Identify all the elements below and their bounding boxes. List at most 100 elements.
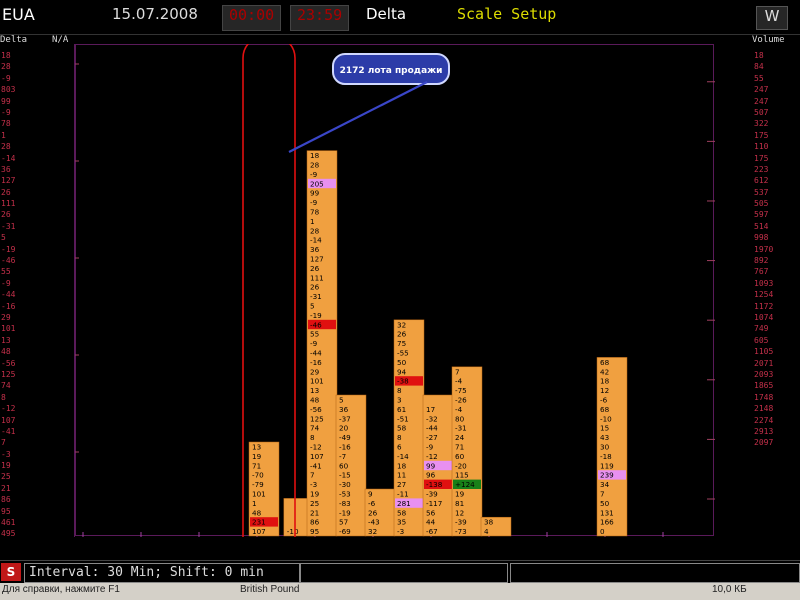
footprint-cell: 27 xyxy=(397,480,406,489)
footprint-cell: 30 xyxy=(600,443,610,452)
footprint-cell: -20 xyxy=(455,461,467,470)
volume-value: 1970 xyxy=(754,244,774,254)
delta-value: 461 xyxy=(1,518,16,528)
footprint-cell: 8 xyxy=(310,433,315,442)
delta-value: -19 xyxy=(1,244,16,254)
time-to-field[interactable]: 23:59 xyxy=(290,5,350,31)
mode-label[interactable]: Delta xyxy=(366,5,406,29)
delta-value: 86 xyxy=(1,495,11,505)
footprint-cell: -32 xyxy=(426,414,438,423)
footprint-cell: 26 xyxy=(310,283,320,292)
w-button[interactable]: W xyxy=(756,6,788,30)
footprint-cell: 119 xyxy=(600,461,614,470)
footprint-cell: 36 xyxy=(310,245,320,254)
footprint-cell: -6 xyxy=(368,499,376,508)
footprint-cell: 7 xyxy=(310,471,315,480)
footprint-cell: 111 xyxy=(310,273,324,282)
footprint-cell: -49 xyxy=(339,433,351,442)
footprint-cell: 7 xyxy=(600,490,605,499)
footprint-cell: 7 xyxy=(455,367,460,376)
delta-sub: N/A xyxy=(52,35,69,45)
delta-value: -9 xyxy=(1,278,11,288)
delta-value: 803 xyxy=(1,85,16,95)
footprint-cell: 101 xyxy=(252,490,266,499)
time-from-field[interactable]: 00:00 xyxy=(222,5,282,31)
footprint-cell: -16 xyxy=(310,358,322,367)
footprint-cell: 20 xyxy=(339,424,349,433)
footprint-cell: 86 xyxy=(310,518,320,527)
footprint-cell: 50 xyxy=(397,358,407,367)
footprint-cell: -3 xyxy=(397,527,404,536)
volume-value: 505 xyxy=(754,199,769,209)
footprint-cell: 12 xyxy=(455,508,464,517)
date-label: 15.07.2008 xyxy=(112,5,198,23)
volume-value: 2148 xyxy=(754,404,774,414)
footprint-cell: -75 xyxy=(455,386,467,395)
footprint-cell: 25 xyxy=(310,499,319,508)
footprint-cell: 131 xyxy=(600,508,614,517)
delta-value: 55 xyxy=(1,267,11,277)
footprint-cell: 5 xyxy=(339,396,344,405)
delta-value: 1 xyxy=(1,130,6,140)
footprint-cell: 127 xyxy=(310,255,324,264)
volume-header: Volume xyxy=(752,35,785,45)
footprint-cell: -43 xyxy=(368,518,380,527)
footprint-cell: 231 xyxy=(252,518,266,527)
footprint-cell: 12 xyxy=(600,386,609,395)
footprint-cell: 24 xyxy=(455,433,465,442)
delta-value: 26 xyxy=(1,210,11,220)
callout-pointer xyxy=(288,81,428,153)
scale-setup-button[interactable]: Scale Setup xyxy=(457,5,556,29)
footprint-cell: -73 xyxy=(455,527,467,536)
volume-value: 2071 xyxy=(754,358,774,368)
s-icon[interactable]: S xyxy=(1,563,21,581)
footprint-cell: 68 xyxy=(600,405,610,414)
footprint-cell: -38 xyxy=(397,377,409,386)
footprint-cell: -83 xyxy=(339,499,351,508)
volume-value: 1865 xyxy=(754,381,774,391)
delta-value: 111 xyxy=(1,199,16,209)
footprint-cell: 205 xyxy=(310,179,324,188)
footprint-cell: -19 xyxy=(310,311,322,320)
footprint-cell: 71 xyxy=(455,443,464,452)
footprint-cell: 61 xyxy=(397,405,406,414)
volume-title: Volume xyxy=(752,35,785,45)
footprint-cell: -10 xyxy=(600,414,612,423)
delta-value: 99 xyxy=(1,96,11,106)
delta-value: 125 xyxy=(1,369,16,379)
footprint-cell: -30 xyxy=(339,480,351,489)
volume-value: 537 xyxy=(754,187,769,197)
delta-value: -56 xyxy=(1,358,16,368)
footprint-cell: 3 xyxy=(397,396,402,405)
delta-value: 74 xyxy=(1,381,11,391)
volume-value: 1748 xyxy=(754,392,774,402)
footprint-cell: 94 xyxy=(397,367,407,376)
volume-value: 2913 xyxy=(754,426,774,436)
footprint-cell: 99 xyxy=(310,189,320,198)
volume-value: 55 xyxy=(754,73,764,83)
footprint-cell: 6 xyxy=(397,443,402,452)
footprint-cell: -14 xyxy=(310,236,322,245)
footprint-cell: -31 xyxy=(455,424,467,433)
footprint-cell: 81 xyxy=(455,499,464,508)
callout-text: 2172 лота продажи xyxy=(340,66,443,76)
volume-value: 1105 xyxy=(754,347,774,357)
footprint-cell: 18 xyxy=(600,377,610,386)
footprint-cell: -53 xyxy=(339,490,351,499)
footprint-cell: -9 xyxy=(310,339,318,348)
footprint-cell: 281 xyxy=(397,499,411,508)
footprint-cell: 95 xyxy=(310,527,319,536)
footprint-cell: -10 xyxy=(287,527,299,536)
footprint-cell: 99 xyxy=(426,461,436,470)
footprint-cell: -3 xyxy=(310,480,317,489)
delta-header: Delta N/A xyxy=(0,35,74,45)
footprint-cell: -70 xyxy=(252,471,264,480)
footprint-cell: +124 xyxy=(455,480,475,489)
footprint-cell: 28 xyxy=(310,226,320,235)
footprint-cell: -39 xyxy=(426,490,438,499)
delta-value: -3 xyxy=(1,449,11,459)
delta-value: 29 xyxy=(1,312,11,322)
footprint-cell: 166 xyxy=(600,518,614,527)
footprint-cell: 75 xyxy=(397,339,406,348)
volume-value: 597 xyxy=(754,210,769,220)
